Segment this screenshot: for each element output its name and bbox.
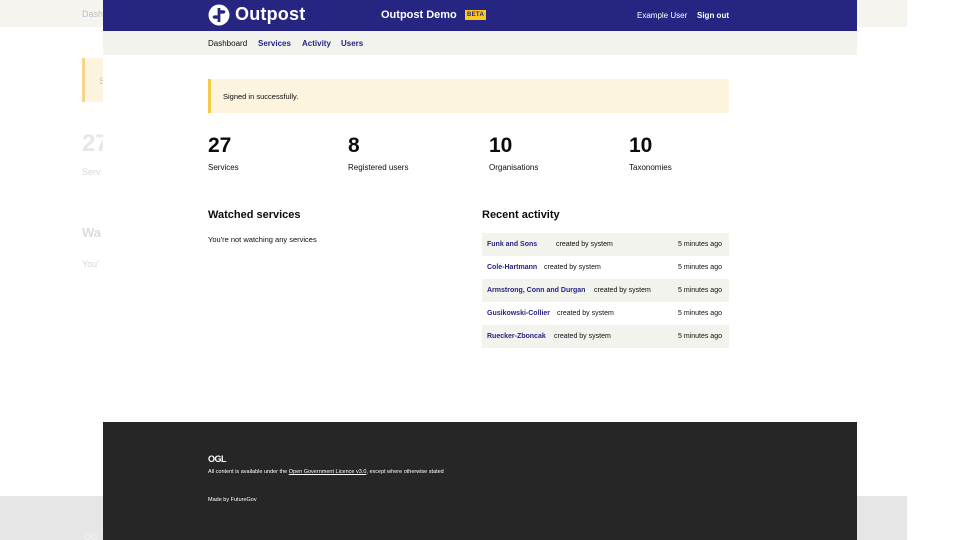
made-by-text: Made by FutureGov [208,497,257,503]
activity-service-link[interactable]: Cole-Hartmann [487,256,537,279]
activity-description: created by system [594,287,651,294]
stat-value: 27 [208,134,232,157]
watched-services-empty-text: You're not watching any services [208,235,317,244]
watched-services-heading: Watched services [208,209,301,221]
activity-service-link[interactable]: Armstrong, Conn and Durgan [487,279,585,302]
activity-timestamp: 5 minutes ago [678,287,722,294]
activity-row: Funk and Sons created by system 5 minute… [482,233,729,256]
background-stat-label: Serv [82,167,101,177]
recent-activity-list: Funk and Sons created by system 5 minute… [482,233,729,348]
nav-item-users[interactable]: Users [341,39,363,48]
activity-timestamp: 5 minutes ago [678,241,722,248]
licence-prefix: All content is available under the [208,469,288,475]
stat-value: 8 [348,134,360,157]
stat-label: Registered users [348,163,409,172]
stat-value: 10 [489,134,513,157]
outpost-logo-icon[interactable] [208,4,230,26]
background-heading: Wa [82,225,102,240]
app-window: Outpost Outpost Demo BETA Example User S… [103,0,857,540]
alert-message: Signed in successfully. [223,92,299,101]
primary-navigation: Dashboard Services Activity Users [103,31,857,55]
activity-service-link[interactable]: Funk and Sons [487,233,537,256]
footer-licence-text: All content is available under the Open … [208,469,444,475]
stat-registered-users: 8 Registered users [348,134,408,172]
stat-taxonomies: 10 Taxonomies [629,134,672,172]
site-header: Outpost Outpost Demo BETA Example User S… [103,0,857,31]
nav-item-services[interactable]: Services [258,39,291,48]
activity-timestamp: 5 minutes ago [678,310,722,317]
stat-organisations: 10 Organisations [489,134,538,172]
ogl-logo: OGL [208,454,227,464]
stat-label: Taxonomies [629,163,672,172]
activity-row: Gusikowski-Collier created by system 5 m… [482,302,729,325]
activity-timestamp: 5 minutes ago [678,264,722,271]
activity-row: Ruecker-Zboncak created by system 5 minu… [482,325,729,348]
activity-description: created by system [557,310,614,317]
nav-item-dashboard[interactable]: Dashboard [208,39,247,48]
current-user-name: Example User [637,11,688,20]
activity-description: created by system [554,333,611,340]
beta-badge: BETA [465,10,487,20]
stat-value: 10 [629,134,653,157]
sign-out-link[interactable]: Sign out [697,11,729,20]
licence-suffix: , except where otherwise stated [366,469,444,475]
stat-label: Organisations [489,163,539,172]
background-text: You' [82,259,99,269]
site-footer: OGL All content is available under the O… [103,422,857,540]
activity-description: created by system [556,241,613,248]
activity-service-link[interactable]: Gusikowski-Collier [487,302,550,325]
activity-row: Cole-Hartmann created by system 5 minute… [482,256,729,279]
activity-timestamp: 5 minutes ago [678,333,722,340]
recent-activity-heading: Recent activity [482,209,560,221]
activity-description: created by system [544,264,601,271]
site-name[interactable]: Outpost Demo [381,9,457,21]
success-alert: Signed in successfully. [208,79,729,113]
background-footer-text: OG [84,532,99,540]
stat-services: 27 Services [208,134,239,172]
licence-link[interactable]: Open Government Licence v3.0 [289,469,367,475]
logo-text[interactable]: Outpost [235,4,305,25]
background-nav-text: Dash [82,9,104,19]
activity-service-link[interactable]: Ruecker-Zboncak [487,325,546,348]
activity-row: Armstrong, Conn and Durgan created by sy… [482,279,729,302]
nav-item-activity[interactable]: Activity [302,39,331,48]
stat-label: Services [208,163,239,172]
